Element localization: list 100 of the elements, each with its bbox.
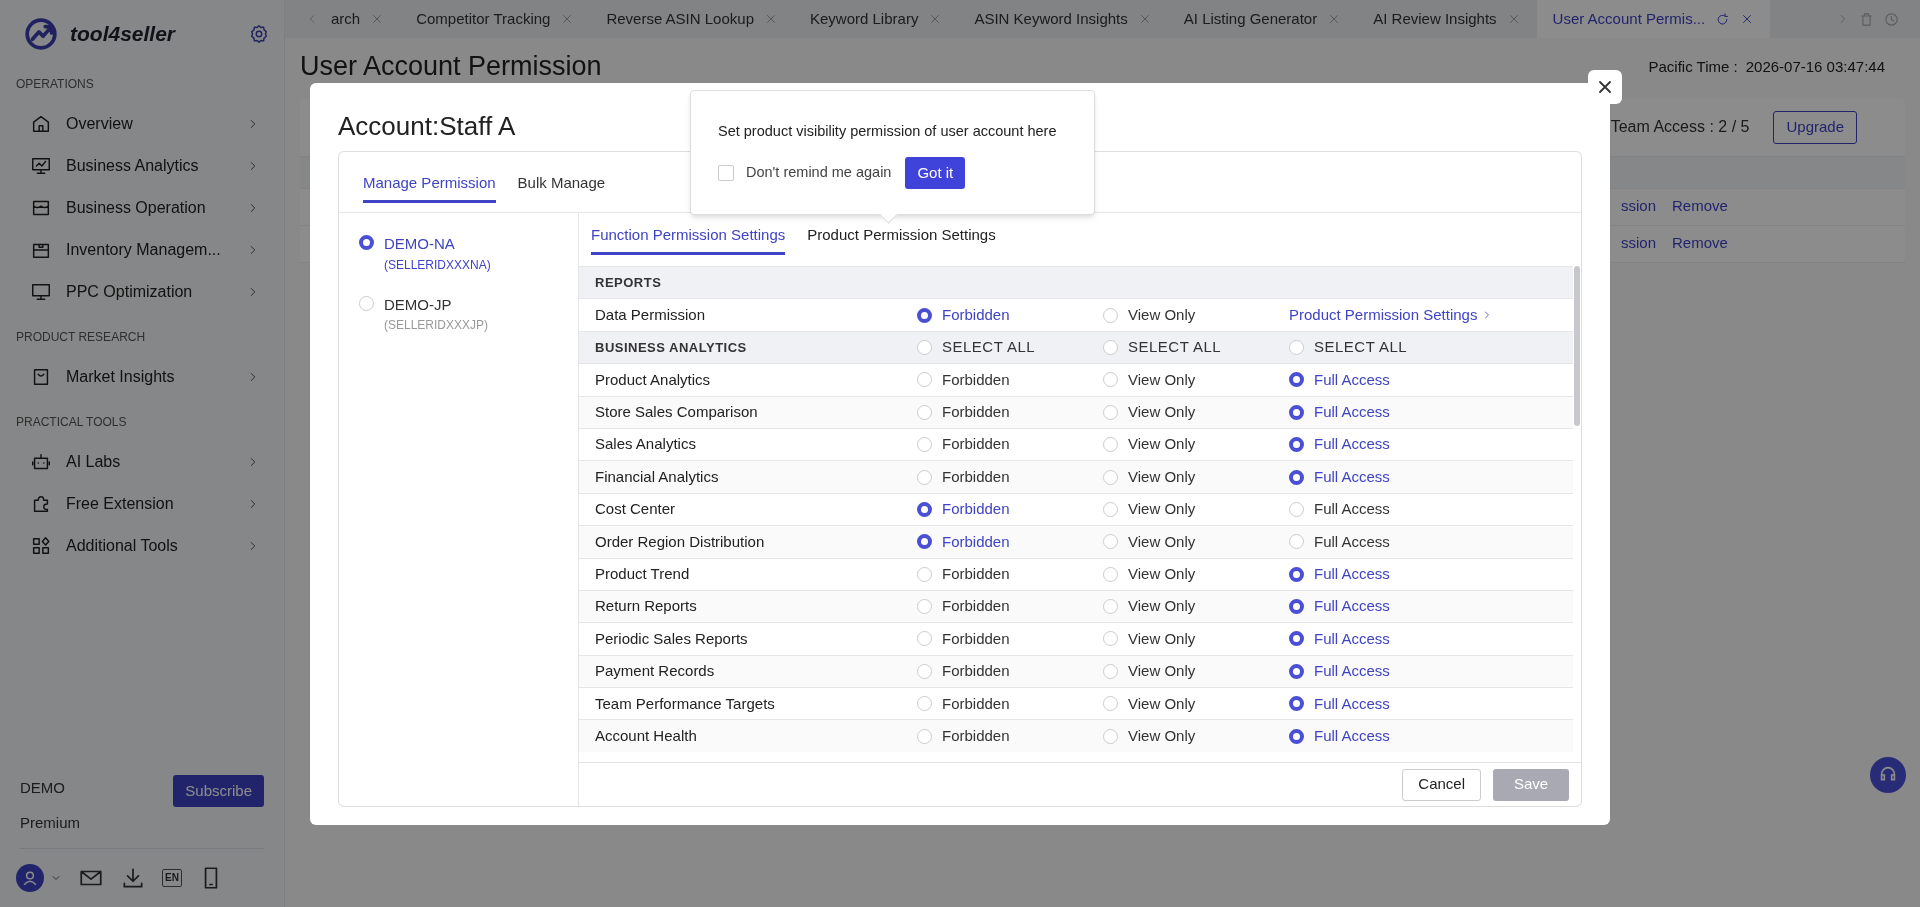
option-label: View Only <box>1128 466 1196 487</box>
sidebar-item[interactable]: PPC Optimization <box>0 271 284 313</box>
tab[interactable]: Manage Permission <box>363 171 496 203</box>
sidebar-item[interactable]: Additional Tools <box>0 525 284 567</box>
table-link[interactable]: ssion <box>1621 232 1657 255</box>
radio-button[interactable] <box>1289 599 1304 615</box>
radio-button[interactable] <box>1289 696 1304 712</box>
option-label: View Only <box>1128 499 1196 520</box>
settings-icon[interactable] <box>248 23 270 45</box>
sidebar-item[interactable]: Business Operation <box>0 187 284 229</box>
option-label: Forbidden <box>942 499 1010 520</box>
popover-message: Set product visibility permission of user account here <box>718 122 1058 141</box>
clock-icon <box>1883 10 1900 28</box>
tab[interactable]: ASIN Keyword Insights <box>958 0 1168 38</box>
got-it-button[interactable]: Got it <box>905 156 966 189</box>
tab[interactable]: AI Review Insights <box>1357 0 1537 38</box>
sidebar-item[interactable]: Free Extension <box>0 483 284 525</box>
option-label: Full Access <box>1314 661 1390 682</box>
option-label: Forbidden <box>942 661 1010 682</box>
seller-id: (SELLERIDXXXNA) <box>384 256 491 274</box>
permission-name: Payment Records <box>594 661 716 682</box>
tab[interactable]: AI Listing Generator <box>1167 0 1358 38</box>
radio-button[interactable] <box>1289 631 1304 647</box>
checkbox[interactable] <box>718 164 734 181</box>
table-link[interactable]: ssion <box>1621 195 1657 218</box>
radio-button[interactable] <box>1289 372 1304 388</box>
option-label: Full Access <box>1314 369 1390 390</box>
language-button[interactable]: EN <box>162 869 182 887</box>
radio-button[interactable] <box>1289 663 1304 679</box>
permission-name: Cost Center <box>594 499 677 520</box>
radio-button[interactable] <box>1289 566 1304 582</box>
time-label: Pacific Time : <box>1648 57 1738 77</box>
house-icon <box>30 113 52 135</box>
permission-name: Account Health <box>594 725 698 746</box>
permission-name: Return Reports <box>594 596 698 617</box>
option-label: Forbidden <box>942 725 1010 746</box>
sidebar-item[interactable]: AI Labs <box>0 441 284 483</box>
close-icon <box>764 12 778 26</box>
option-label: Full Access <box>1314 693 1390 714</box>
support-button[interactable] <box>1870 757 1906 793</box>
radio-button[interactable] <box>917 534 932 550</box>
account-option[interactable]: DEMO-NA <box>384 233 491 256</box>
option-label: Forbidden <box>942 369 1010 390</box>
subscribe-button[interactable]: Subscribe <box>173 775 264 807</box>
scrollbar[interactable] <box>1574 266 1580 426</box>
option-label: Forbidden <box>942 531 1010 552</box>
permission-name: Product Trend <box>594 563 691 584</box>
option-label: View Only <box>1128 531 1196 552</box>
sidebar-item[interactable]: Business Analytics <box>0 145 284 187</box>
option-label: Full Access <box>1314 628 1390 649</box>
tab[interactable]: Reverse ASIN Lookup <box>590 0 794 38</box>
brand-name: tool4seller <box>70 21 177 48</box>
tab[interactable]: Bulk Manage <box>517 171 606 203</box>
option-label: View Only <box>1128 434 1196 455</box>
page-title: User Account Permission <box>300 50 602 83</box>
option-label: View Only <box>1128 661 1196 682</box>
tab[interactable]: arch <box>331 0 401 38</box>
settings-link[interactable]: Product Permission Settings <box>1289 303 1573 327</box>
sidebar-item[interactable]: Inventory Managem... <box>0 229 284 271</box>
avatar[interactable] <box>16 864 44 892</box>
radio-button[interactable] <box>1289 728 1304 744</box>
section-heading: REPORTS <box>594 273 663 292</box>
radio-button[interactable] <box>1289 404 1304 420</box>
option-label: View Only <box>1128 628 1196 649</box>
sidebar-item[interactable]: Market Insights <box>0 356 284 398</box>
section-heading: OPERATIONS <box>15 76 95 93</box>
radio-button[interactable] <box>1289 437 1304 453</box>
option-label: Full Access <box>1314 725 1390 746</box>
option-label: Forbidden <box>942 304 1010 325</box>
grid-icon <box>30 535 52 557</box>
option-label: Forbidden <box>942 596 1010 617</box>
option-label: Full Access <box>1314 531 1390 552</box>
permission-name: Periodic Sales Reports <box>594 628 749 649</box>
cancel-button[interactable]: Cancel <box>1402 768 1481 801</box>
option-label: View Only <box>1128 369 1196 390</box>
tab[interactable]: Keyword Library <box>794 0 959 38</box>
upgrade-button[interactable]: Upgrade <box>1773 110 1857 144</box>
account-option[interactable]: DEMO-JP <box>384 293 489 316</box>
tab[interactable]: Function Permission Settings <box>591 223 786 255</box>
option-label: Forbidden <box>942 466 1010 487</box>
tab[interactable]: User Account Permis... <box>1536 0 1771 38</box>
radio-button[interactable] <box>1289 469 1304 485</box>
radio-button[interactable] <box>917 307 932 323</box>
sidebar-item[interactable]: Overview <box>0 103 284 145</box>
tab[interactable]: Competitor Tracking <box>400 0 591 38</box>
remove-link[interactable]: Remove <box>1672 195 1728 218</box>
option-label: SELECT ALL <box>1128 337 1222 358</box>
option-label: Full Access <box>1314 499 1390 520</box>
tab[interactable]: Product Permission Settings <box>807 223 996 255</box>
option-label: Forbidden <box>942 563 1010 584</box>
radio-button[interactable] <box>917 501 932 517</box>
option-label: Full Access <box>1314 596 1390 617</box>
time-value: 2026-07-16 03:47:44 <box>1745 57 1885 77</box>
option-label: View Only <box>1128 693 1196 714</box>
radio-button[interactable] <box>359 235 374 250</box>
team-access-count: Team Access : 2 / 5 <box>1610 117 1750 137</box>
account-name: DEMO <box>20 778 66 798</box>
remove-link[interactable]: Remove <box>1672 232 1728 255</box>
permission-name: Data Permission <box>594 304 707 325</box>
seller-id: (SELLERIDXXXJP) <box>384 317 489 334</box>
